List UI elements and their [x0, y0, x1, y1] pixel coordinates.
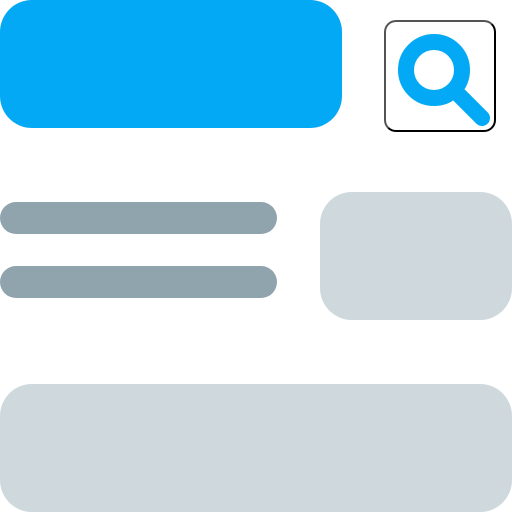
- search-results-illustration: [0, 0, 512, 512]
- result-thumbnail[interactable]: [320, 192, 512, 320]
- result-text-line-2: [0, 266, 277, 298]
- result-card[interactable]: [0, 384, 512, 512]
- search-icon-lens: [398, 34, 470, 106]
- search-button[interactable]: [384, 20, 496, 132]
- result-text-line-1: [0, 202, 277, 234]
- search-bar[interactable]: [0, 0, 342, 128]
- search-icon: [398, 34, 490, 126]
- search-icon-handle: [452, 88, 490, 126]
